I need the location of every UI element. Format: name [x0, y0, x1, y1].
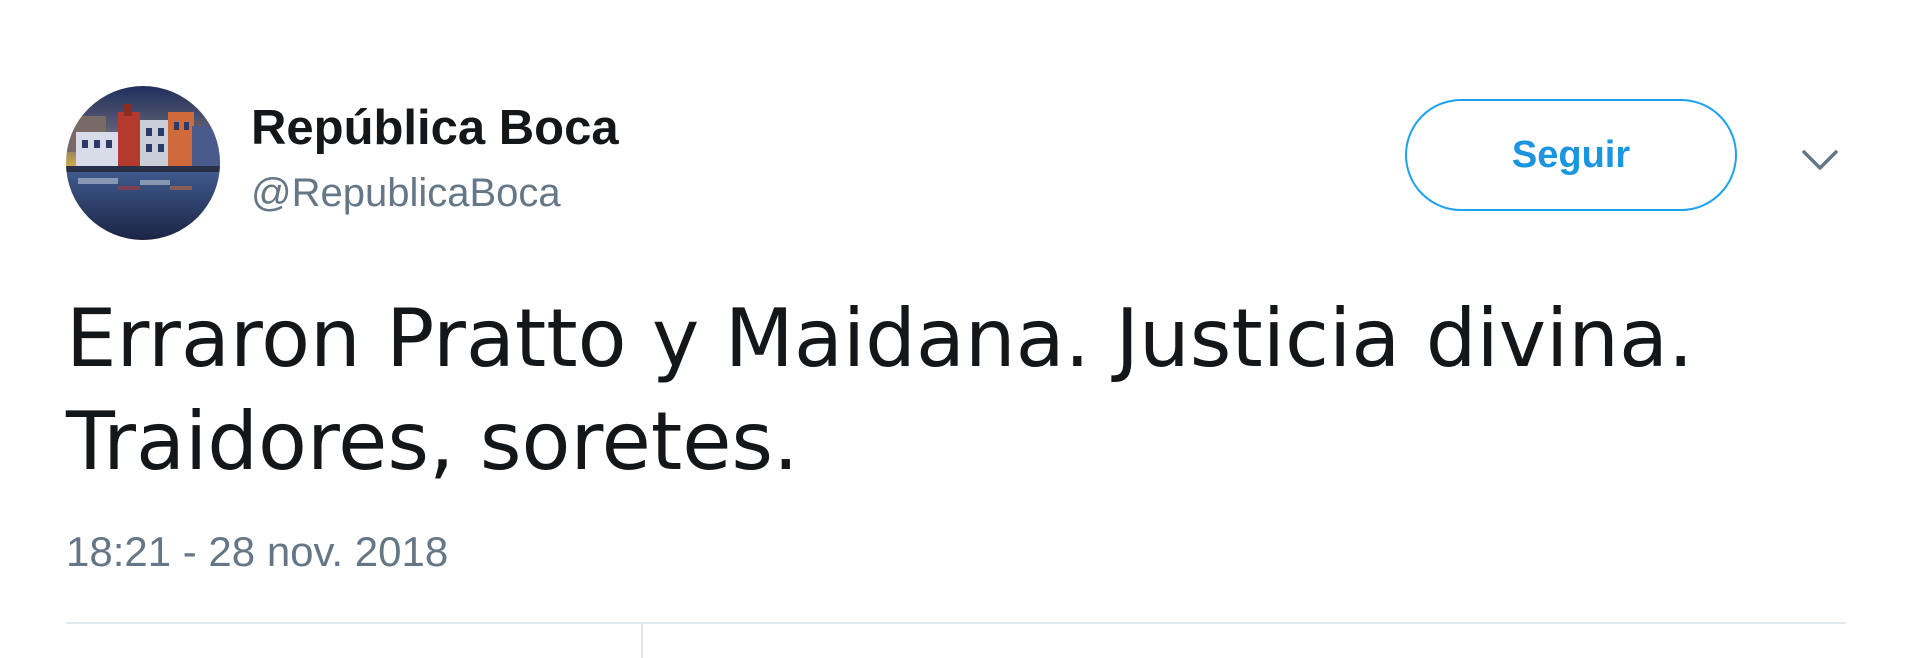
- divider: [641, 624, 643, 658]
- avatar[interactable]: [66, 86, 220, 240]
- tweet-timestamp[interactable]: 18:21 - 28 nov. 2018: [66, 527, 448, 577]
- chevron-down-icon[interactable]: [1795, 140, 1845, 180]
- tweet-card: República Boca @RepublicaBoca Seguir Err…: [0, 0, 1920, 658]
- avatar-image: [66, 86, 220, 240]
- tweet-text: Erraron Pratto y Maidana. Justicia divin…: [66, 287, 1826, 493]
- author-name[interactable]: República Boca: [251, 100, 619, 156]
- tweet-text-line: Erraron Pratto y Maidana. Justicia divin…: [66, 292, 1694, 385]
- divider: [66, 622, 1846, 624]
- author-handle[interactable]: @RepublicaBoca: [251, 170, 561, 216]
- follow-button[interactable]: Seguir: [1405, 99, 1737, 211]
- tweet-text-line: Traidores, soretes.: [66, 395, 799, 488]
